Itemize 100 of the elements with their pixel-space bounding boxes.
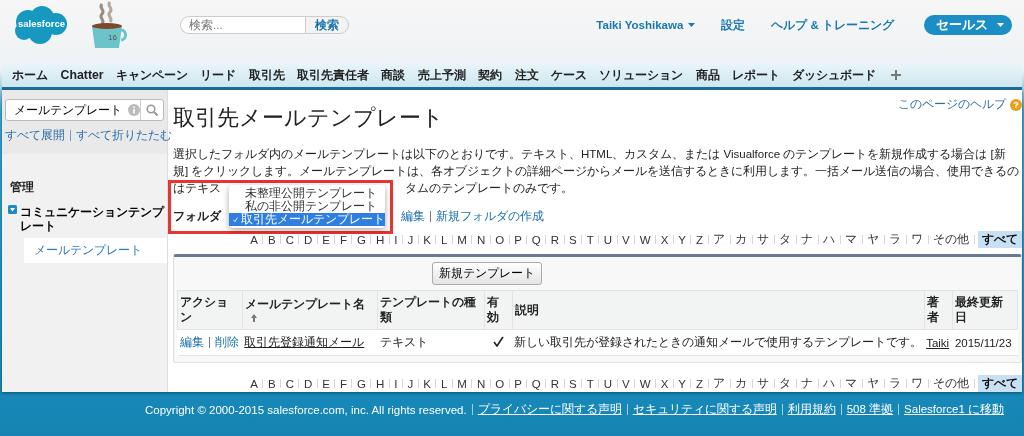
new-template-button[interactable]: 新規テンプレート — [432, 262, 542, 285]
column-header[interactable]: アクション — [177, 290, 243, 330]
letter-filter[interactable]: I — [393, 377, 399, 390]
letter-filter[interactable]: すべて — [978, 375, 1022, 392]
folder-link[interactable]: 新規フォルダの作成 — [436, 208, 544, 225]
letter-filter[interactable]: M — [456, 233, 468, 246]
letter-filter[interactable]: T — [585, 233, 595, 246]
letter-filter[interactable]: J — [406, 233, 415, 246]
letter-filter[interactable]: ワ — [910, 376, 924, 391]
letter-filter[interactable]: A — [249, 377, 259, 390]
column-header[interactable]: 最終更新日 — [952, 290, 1018, 330]
letter-filter[interactable]: K — [422, 233, 432, 246]
footer-link[interactable]: 508 準拠 — [846, 402, 894, 417]
sidebar-search-field[interactable]: メールテンプレート — [5, 99, 164, 121]
letter-filter[interactable]: S — [568, 233, 578, 246]
author-link[interactable]: Taiki — [926, 336, 950, 349]
footer-link[interactable]: プライバシーに関する声明 — [477, 402, 622, 417]
help-link[interactable]: このページのヘルプ — [898, 97, 1006, 112]
letter-filter[interactable]: サ — [756, 376, 770, 391]
letter-filter[interactable]: ア — [712, 232, 726, 247]
header-link[interactable]: 設定 — [721, 17, 746, 33]
menu-item[interactable]: 私の非公開テンプレート — [229, 200, 385, 213]
nav-tab[interactable]: ホーム — [6, 66, 55, 84]
letter-filter[interactable]: P — [513, 377, 523, 390]
letter-filter[interactable]: その他 — [932, 376, 970, 391]
footer-link[interactable]: セキュリティに関する声明 — [632, 402, 777, 417]
letter-filter[interactable]: C — [284, 377, 295, 390]
column-header[interactable]: 有効 — [484, 290, 513, 330]
letter-filter[interactable]: V — [621, 377, 631, 390]
letter-filter[interactable]: L — [439, 377, 449, 390]
letter-filter[interactable]: Y — [677, 377, 687, 390]
user-menu[interactable]: Taiki Yoshikawa — [596, 19, 696, 31]
letter-filter[interactable]: B — [267, 377, 277, 390]
menu-item[interactable]: 取引先メールテンプレート — [229, 213, 385, 226]
collapse-icon[interactable] — [8, 205, 17, 214]
nav-tab[interactable]: 注文 — [508, 66, 545, 84]
letter-filter[interactable]: K — [422, 377, 432, 390]
search-field[interactable]: 検索... — [180, 16, 305, 34]
letter-filter[interactable]: O — [494, 377, 506, 390]
search-input[interactable]: メールテンプレート — [12, 103, 128, 117]
tree-item[interactable]: メールテンプレート — [24, 238, 167, 263]
nav-tab[interactable]: Chatter — [54, 68, 110, 82]
letter-filter[interactable]: S — [568, 377, 578, 390]
letter-filter[interactable]: H — [374, 377, 386, 390]
letter-filter[interactable]: F — [338, 377, 348, 390]
column-header[interactable]: テンプレートの種類 — [377, 290, 485, 330]
letter-filter[interactable]: マ — [844, 376, 858, 391]
template-link[interactable]: 取引先登録通知メール — [244, 336, 365, 348]
header-link[interactable]: ヘルプ & トレーニング — [771, 17, 894, 33]
letter-filter[interactable]: U — [602, 233, 614, 246]
letter-filter[interactable]: N — [475, 233, 487, 246]
letter-filter[interactable]: ラ — [888, 376, 902, 391]
nav-tab[interactable]: 取引先 — [242, 66, 291, 84]
letter-filter[interactable]: U — [602, 377, 614, 390]
letter-filter[interactable]: ワ — [910, 232, 924, 247]
nav-tab[interactable]: 取引先責任者 — [290, 66, 376, 84]
letter-filter[interactable]: サ — [756, 232, 770, 247]
nav-tab[interactable]: 売上予測 — [411, 66, 473, 84]
letter-filter[interactable]: カ — [734, 232, 748, 247]
column-header[interactable]: 説明 — [512, 290, 925, 330]
nav-tab[interactable]: 商品 — [689, 66, 726, 84]
column-header[interactable]: メールテンプレート名 — [242, 290, 378, 330]
nav-tab[interactable]: ダッシュボード — [786, 66, 883, 84]
nav-tab[interactable]: ケース — [544, 66, 594, 84]
letter-filter[interactable]: N — [475, 377, 487, 390]
footer-link[interactable]: 利用規約 — [787, 402, 836, 417]
letter-filter[interactable]: すべて — [978, 231, 1022, 248]
letter-filter[interactable]: O — [494, 233, 506, 246]
letter-filter[interactable]: マ — [844, 232, 858, 247]
nav-tab[interactable]: 商談 — [375, 66, 412, 84]
nav-tab[interactable]: リード — [194, 66, 243, 84]
letter-filter[interactable]: Z — [694, 377, 704, 390]
letter-filter[interactable]: ヤ — [866, 232, 880, 247]
letter-filter[interactable]: D — [302, 233, 314, 246]
letter-filter[interactable]: ハ — [822, 376, 836, 391]
letter-filter[interactable]: W — [638, 377, 652, 390]
letter-filter[interactable]: F — [338, 233, 348, 246]
letter-filter[interactable]: Z — [694, 233, 704, 246]
letter-filter[interactable]: R — [549, 377, 561, 390]
letter-filter[interactable]: G — [356, 377, 367, 390]
nav-tab[interactable]: キャンペーン — [109, 66, 195, 84]
letter-filter[interactable]: V — [621, 233, 631, 246]
letter-filter[interactable]: L — [439, 233, 449, 246]
letter-filter[interactable]: ラ — [888, 232, 902, 247]
nav-tab[interactable]: レポート — [725, 66, 787, 84]
letter-filter[interactable]: G — [356, 233, 367, 246]
column-header[interactable]: 著者 — [924, 290, 953, 330]
letter-filter[interactable]: Y — [677, 233, 687, 246]
letter-filter[interactable]: P — [513, 233, 523, 246]
letter-filter[interactable]: ア — [712, 376, 726, 391]
letter-filter[interactable]: R — [549, 233, 561, 246]
app-menu[interactable]: セールス — [924, 15, 1012, 35]
letter-filter[interactable]: ナ — [800, 376, 814, 391]
letter-filter[interactable]: H — [374, 233, 386, 246]
collapse-all-link[interactable]: すべて折りたたむ — [76, 129, 172, 141]
letter-filter[interactable]: Q — [530, 233, 542, 246]
letter-filter[interactable]: I — [393, 233, 399, 246]
letter-filter[interactable]: X — [659, 377, 670, 390]
nav-tab[interactable]: 契約 — [472, 66, 509, 84]
tree-item[interactable]: コミュニケーションテンプレート — [20, 205, 167, 233]
